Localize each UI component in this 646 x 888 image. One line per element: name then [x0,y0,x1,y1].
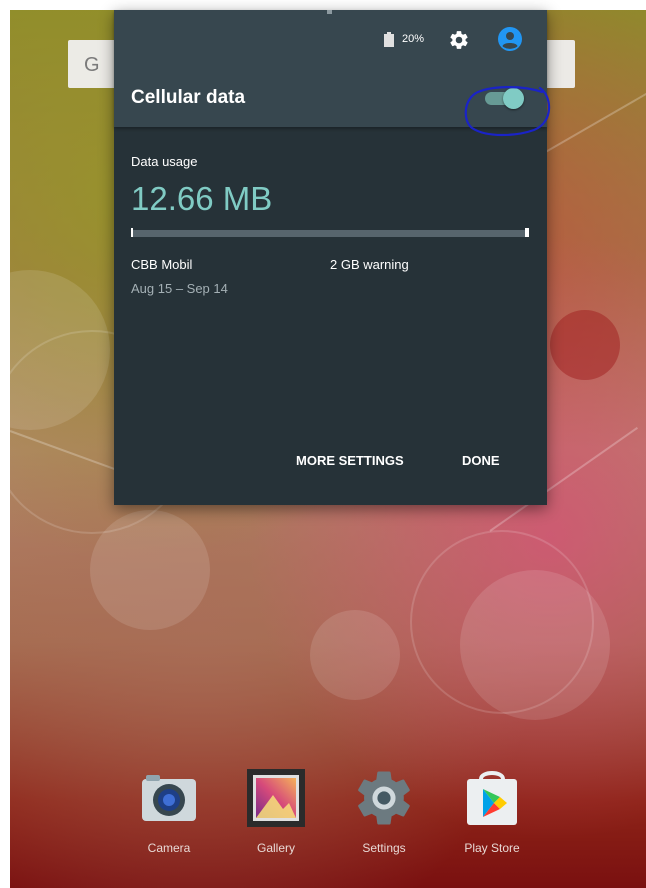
usage-warning-label: 2 GB warning [330,257,409,272]
panel-header: 20% Cellular data [114,10,551,137]
cellular-data-panel: 20% Cellular data Data usage 12.66 MB CB… [114,10,551,505]
camera-icon [142,775,196,821]
more-settings-button[interactable]: MORE SETTINGS [296,446,404,476]
usage-limit-marker [525,228,529,237]
gallery-icon [247,769,305,827]
settings-icon [358,771,410,825]
billing-date-range: Aug 15 – Sep 14 [131,281,228,296]
app-label: Camera [147,841,191,855]
wallpaper-bubble [460,570,610,720]
usage-start-marker [131,228,133,237]
google-logo-letter: G [84,54,100,76]
account-icon[interactable] [497,26,523,52]
drag-handle[interactable] [327,10,332,14]
app-label: Settings [362,841,406,855]
toggle-thumb [503,88,524,109]
wallpaper-bubble [90,510,210,630]
cellular-data-title: Cellular data [131,87,246,108]
data-usage-value: 12.66 MB [131,180,273,217]
wallpaper-bubble [310,610,400,700]
cellular-data-toggle[interactable] [485,87,525,109]
play-store-icon [467,771,517,825]
app-label: Play Store [464,841,520,855]
battery-percentage: 20% [402,33,425,45]
carrier-name: CBB Mobil [131,257,193,272]
app-label: Gallery [256,841,295,855]
usage-progress-bar [131,230,529,237]
wallpaper-bubble [550,310,620,380]
done-button[interactable]: DONE [462,446,500,476]
gear-icon[interactable] [448,29,470,51]
data-usage-label: Data usage [131,154,198,169]
battery-icon [384,32,394,47]
